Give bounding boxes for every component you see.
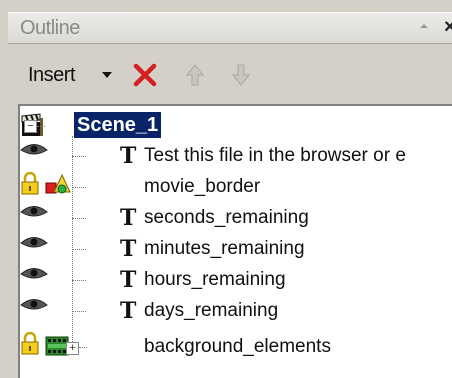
tree-row-minutes-remaining[interactable]: T minutes_remaining [20,234,452,264]
tree-row-scene[interactable]: − Scene_1 [20,112,452,142]
delete-icon[interactable] [132,62,158,88]
text-layer-type-icon: T [120,205,137,231]
eye-icon[interactable] [20,296,48,312]
outline-tree: − Scene_1 T Test this file in the browse… [18,104,452,378]
move-up-arrow-icon[interactable] [182,62,208,88]
eye-icon[interactable] [20,265,48,281]
tree-row-movie-border[interactable]: movie_border [20,171,452,202]
collapse-panel-icon[interactable] [420,24,428,28]
collapse-toggle-icon[interactable]: − [24,120,37,133]
tree-item-label[interactable]: hours_remaining [144,269,286,291]
text-layer-type-icon: T [120,267,137,293]
tree-row-text-instructions[interactable]: T Test this file in the browser or e [20,141,452,171]
outline-toolbar: Insert [8,54,452,98]
text-layer-type-icon: T [120,143,137,169]
tree-item-label[interactable]: seconds_remaining [144,207,309,229]
lock-icon[interactable] [20,171,40,196]
tree-item-label[interactable]: movie_border [144,176,260,198]
close-panel-button[interactable]: × [444,16,452,39]
tree-row-hours-remaining[interactable]: T hours_remaining [20,265,452,295]
tree-item-label[interactable]: minutes_remaining [144,238,305,260]
eye-icon[interactable] [20,203,48,219]
text-layer-type-icon: T [120,236,137,262]
tree-row-background-elements[interactable]: + background_elements [20,331,452,362]
tree-item-label[interactable]: days_remaining [144,300,278,322]
insert-menu-button[interactable]: Insert [28,64,76,87]
expand-toggle-icon[interactable]: + [66,342,79,355]
panel-title: Outline [20,17,80,39]
outline-panel-titlebar: Outline × [8,12,452,44]
chevron-down-icon[interactable] [102,72,112,78]
tree-item-label[interactable]: background_elements [144,336,331,358]
shapes-layer-icon [45,173,72,194]
move-down-arrow-icon[interactable] [228,62,254,88]
eye-icon[interactable] [20,141,48,157]
eye-icon[interactable] [20,234,48,250]
text-layer-type-icon: T [120,298,137,324]
tree-row-seconds-remaining[interactable]: T seconds_remaining [20,203,452,233]
scene-label[interactable]: Scene_1 [74,112,162,138]
lock-icon[interactable] [20,331,40,356]
tree-row-days-remaining[interactable]: T days_remaining [20,296,452,326]
tree-item-label[interactable]: Test this file in the browser or e [144,145,406,167]
